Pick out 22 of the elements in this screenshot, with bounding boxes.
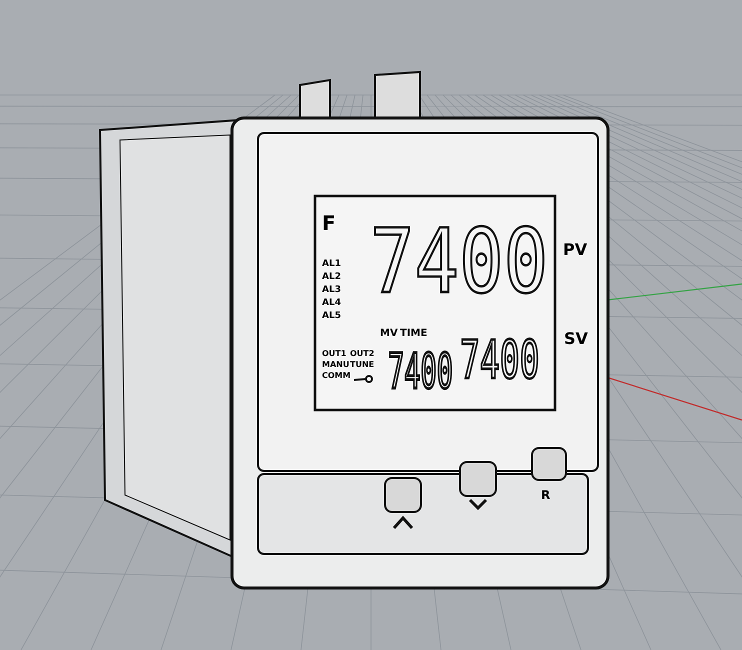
sv-display: 7400 xyxy=(460,330,540,392)
status-indicator: OUT1 xyxy=(322,349,346,358)
status-indicator: OUT2 xyxy=(350,349,374,358)
unit-label: F xyxy=(322,211,336,235)
pv-label: PV xyxy=(563,240,588,259)
chevron-down-icon xyxy=(468,498,488,510)
status-indicator: TUNE xyxy=(350,360,374,369)
status-indicator: COMM xyxy=(322,371,351,380)
pv-display: 7400 xyxy=(370,210,548,314)
time-label: TIME xyxy=(400,328,428,339)
sv-label: SV xyxy=(564,329,588,348)
key-icon xyxy=(354,375,373,383)
key-label: R xyxy=(541,488,550,502)
alarm-indicator: AL1 xyxy=(322,259,341,269)
mv-display: 7400 xyxy=(388,344,453,400)
alarm-indicator: AL3 xyxy=(322,285,341,295)
chevron-up-icon xyxy=(392,516,414,529)
status-indicator: MANU xyxy=(322,360,350,369)
alarm-indicator: AL5 xyxy=(322,311,341,321)
alarm-indicator: AL2 xyxy=(322,272,341,282)
mv-label: MV xyxy=(380,328,398,339)
alarm-indicator: AL4 xyxy=(322,298,341,308)
